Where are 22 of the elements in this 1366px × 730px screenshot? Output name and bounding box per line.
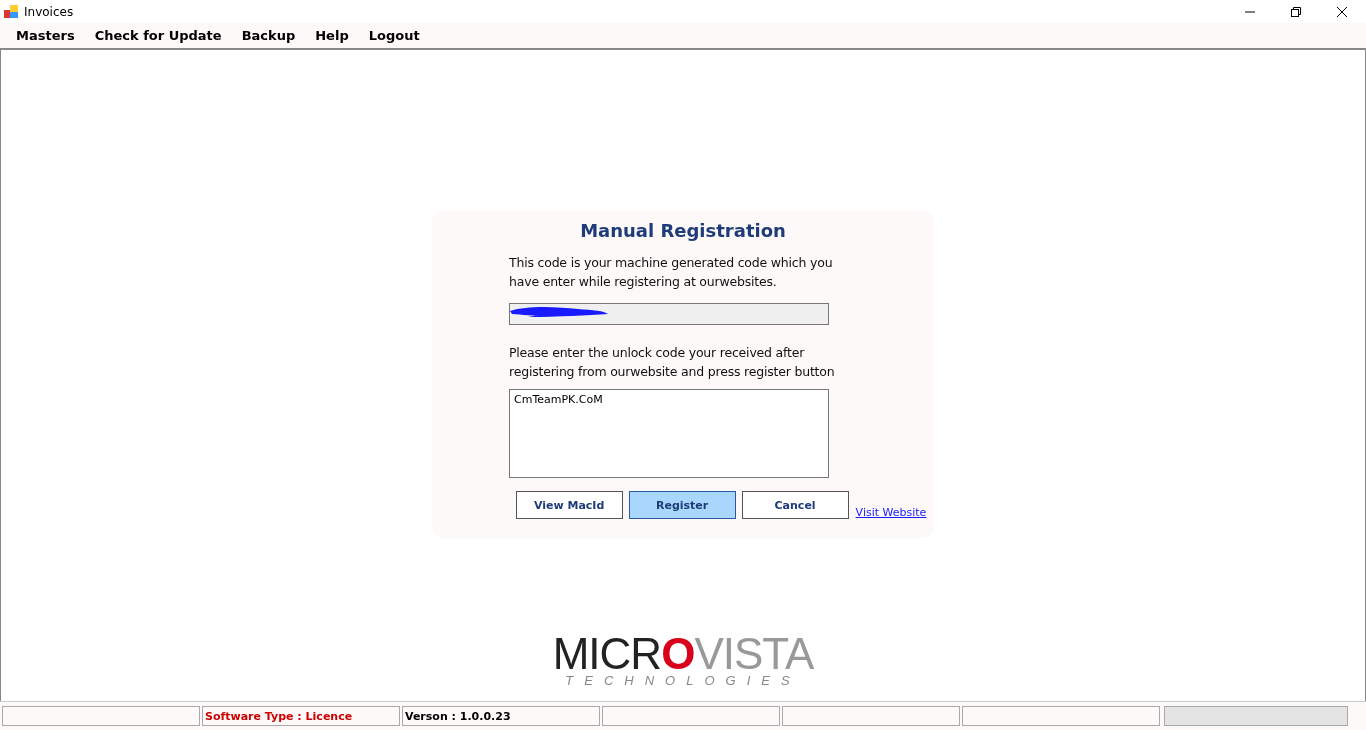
close-icon[interactable]: [1336, 5, 1348, 18]
restore-icon[interactable]: [1290, 5, 1302, 18]
website-link[interactable]: Visit Website: [855, 506, 927, 519]
unlock-code-field[interactable]: CmTeamPK.CoM: [509, 389, 829, 478]
dialog-button[interactable]: Cancel: [741, 491, 849, 519]
dialog-title: Manual Registration: [580, 220, 786, 241]
dialog-button[interactable]: Register: [628, 491, 736, 519]
window-title: Invoices: [24, 4, 74, 19]
menu-item[interactable]: Masters: [6, 28, 85, 43]
dialog-button[interactable]: View MacId: [515, 491, 623, 519]
machine-code-field[interactable]: [509, 303, 829, 325]
instruction-text: This code is your machine generated code which you have enter while registering at ourwebsites.: [509, 254, 834, 291]
logo-tagline: TECHNOLOGIES: [565, 674, 801, 688]
instruction-text: Please enter the unlock code your received after registering from ourwebsite and press register button: [509, 344, 836, 381]
app-icon: [4, 4, 18, 19]
menu-item[interactable]: Logout: [358, 28, 430, 43]
logo-wordmark: MICROVISTA: [552, 634, 814, 674]
software-type-text: Software Type : Licence: [205, 709, 353, 723]
menu-item[interactable]: Backup: [231, 28, 306, 43]
menu-item[interactable]: Help: [305, 28, 359, 43]
version-text: Verson : 1.0.0.23: [405, 709, 511, 723]
menu-item[interactable]: Check for Update: [84, 28, 232, 43]
